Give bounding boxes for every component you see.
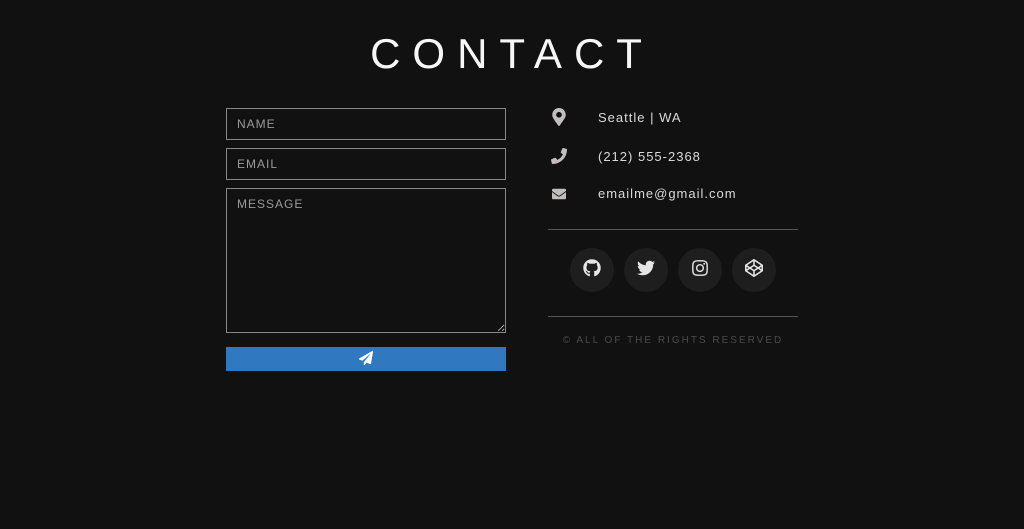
info-email: emailme@gmail.com [548, 186, 798, 201]
paper-plane-icon [359, 351, 373, 368]
map-marker-icon [548, 108, 570, 126]
instagram-icon [691, 259, 709, 282]
location-text: Seattle | WA [598, 110, 682, 125]
message-field[interactable] [226, 188, 506, 333]
twitter-link[interactable] [624, 248, 668, 292]
separator-top [548, 229, 798, 230]
content-wrapper: Seattle | WA (212) 555-2368 emailme@gmai… [0, 108, 1024, 371]
envelope-icon [548, 187, 570, 201]
info-location: Seattle | WA [548, 108, 798, 126]
phone-text: (212) 555-2368 [598, 149, 701, 164]
email-field[interactable] [226, 148, 506, 180]
contact-info: Seattle | WA (212) 555-2368 emailme@gmai… [548, 108, 798, 371]
phone-icon [548, 148, 570, 164]
codepen-link[interactable] [732, 248, 776, 292]
page-title: CONTACT [0, 0, 1024, 108]
instagram-link[interactable] [678, 248, 722, 292]
codepen-icon [745, 259, 763, 282]
social-links [548, 248, 798, 292]
github-icon [583, 259, 601, 282]
twitter-icon [637, 259, 655, 282]
info-phone: (212) 555-2368 [548, 148, 798, 164]
contact-form [226, 108, 506, 371]
submit-button[interactable] [226, 347, 506, 371]
separator-bottom [548, 316, 798, 317]
name-field[interactable] [226, 108, 506, 140]
copyright-text: © ALL OF THE RIGHTS RESERVED [548, 335, 798, 346]
github-link[interactable] [570, 248, 614, 292]
email-text: emailme@gmail.com [598, 186, 737, 201]
